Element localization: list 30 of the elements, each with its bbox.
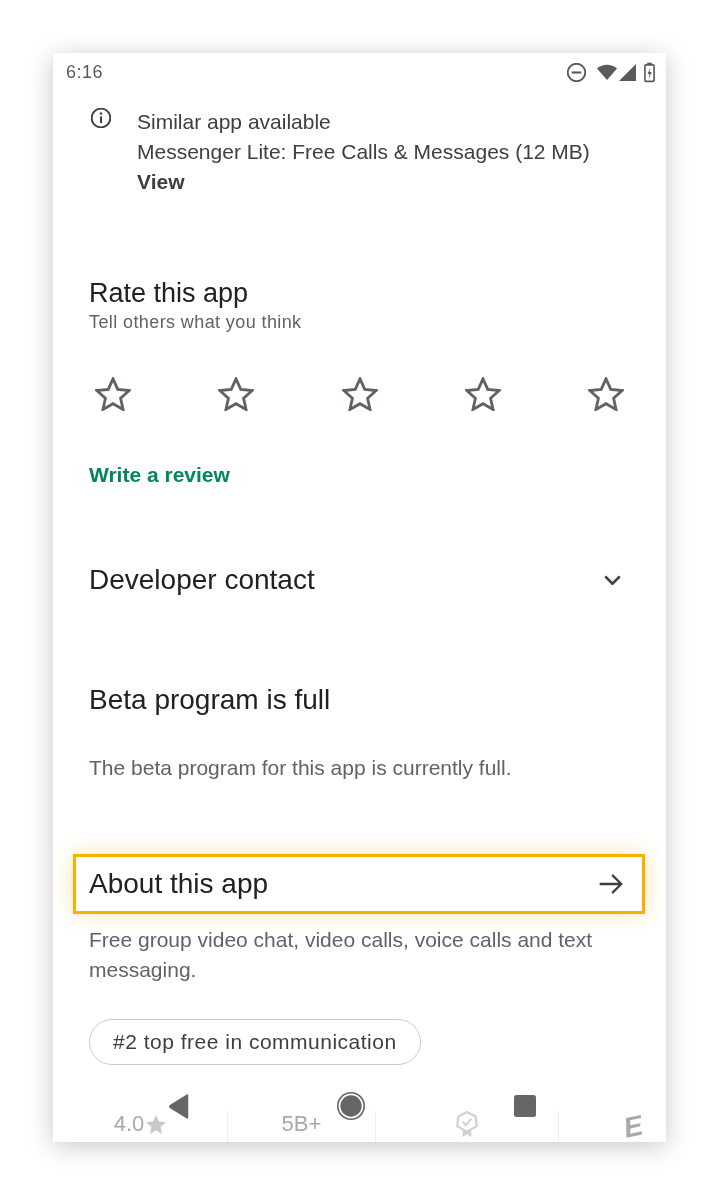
status-time: 6:16 bbox=[66, 60, 104, 84]
wifi-icon bbox=[596, 64, 618, 80]
battery-charging-icon bbox=[644, 61, 655, 83]
star-icon bbox=[146, 1114, 167, 1134]
star-icon[interactable] bbox=[464, 377, 501, 411]
arrow-right-icon bbox=[599, 874, 623, 894]
downloads-count: 5B+ bbox=[281, 1111, 322, 1137]
notice-title: Similar app available bbox=[137, 109, 331, 135]
developer-contact-button[interactable]: Developer contact bbox=[89, 564, 630, 596]
beta-description: The beta program for this app is currently full. bbox=[89, 755, 513, 781]
star-icon[interactable] bbox=[588, 377, 624, 411]
section-subtitle: Tell others what you think bbox=[89, 311, 303, 333]
do-not-disturb-icon bbox=[567, 62, 586, 82]
star-icon[interactable] bbox=[341, 377, 378, 411]
award-badge-icon bbox=[454, 1111, 480, 1137]
content-rating-label: E bbox=[619, 1108, 647, 1142]
section-title: Beta program is full bbox=[89, 684, 332, 716]
section-title: Rate this app bbox=[89, 277, 250, 309]
similar-app-name: Messenger Lite: Free Calls & Messages (12 MB) bbox=[137, 139, 590, 165]
star-icon[interactable] bbox=[218, 377, 255, 411]
signal-icon bbox=[619, 63, 636, 81]
write-review-link[interactable]: Write a review bbox=[89, 461, 230, 489]
home-icon[interactable] bbox=[337, 1092, 365, 1120]
rating-value: 4.0 bbox=[113, 1111, 145, 1137]
view-link[interactable]: View bbox=[137, 167, 185, 197]
back-icon[interactable] bbox=[168, 1093, 189, 1119]
about-this-app-button[interactable]: About this app bbox=[73, 854, 645, 914]
info-icon bbox=[91, 108, 111, 128]
app-description: Free group video chat, video calls, voice calls and text messaging. bbox=[89, 927, 594, 983]
star-icon[interactable] bbox=[95, 377, 131, 411]
